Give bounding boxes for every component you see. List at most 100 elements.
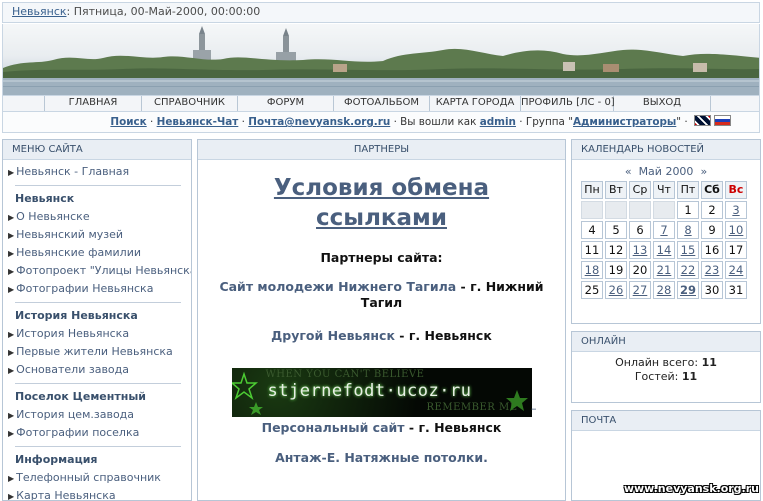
guests-value: 11 (681, 370, 698, 383)
menu-item[interactable]: ▶ Невьянский музей (8, 226, 185, 244)
menu-item[interactable]: ▶ Основатели завода (8, 361, 185, 379)
username-link[interactable]: admin (480, 116, 516, 128)
calendar-day[interactable]: 22 (677, 261, 699, 279)
exchange-terms-link[interactable]: Условия обмена ссылками (198, 173, 565, 233)
menu-item[interactable]: ▶ Фотографии Невьянска (8, 280, 185, 298)
menu-item[interactable]: ▶ Телефонный справочник (8, 469, 185, 487)
calendar-day: 19 (605, 261, 627, 279)
partners-panel: ПАРТНЕРЫ Условия обмена ссылками Партнер… (197, 139, 566, 501)
online-panel: ОНЛАЙН Онлайн всего: 11 Гостей: 11 (571, 331, 761, 403)
search-link[interactable]: Поиск (110, 116, 146, 128)
nav-directory[interactable]: СПРАВОЧНИК (142, 96, 238, 111)
calendar-weekday: Ср (629, 181, 651, 199)
online-stats: Онлайн всего: 11 Гостей: 11 (572, 356, 760, 384)
nav-profile[interactable]: ПРОФИЛЬ [ЛС - 0] (521, 96, 615, 111)
russian-flag-icon[interactable] (714, 115, 731, 126)
calendar-day[interactable]: 18 (581, 261, 603, 279)
calendar-day: 9 (701, 221, 723, 239)
online-header: ОНЛАЙН (572, 332, 760, 352)
calendar-day[interactable]: 3 (725, 201, 747, 219)
partner-banner-row: WHEN YOU CAN'T BELIEVE stjernefodt·ucoz·… (227, 368, 537, 417)
calendar-day[interactable]: 28 (653, 281, 675, 299)
bullet-icon: ▶ (8, 366, 15, 375)
calendar-day[interactable]: 23 (701, 261, 723, 279)
menu-section-title: Невьянск (15, 192, 75, 205)
nav-spacer-left (3, 96, 45, 111)
partner-link[interactable]: Другой Невьянск (271, 328, 395, 343)
header-banner (2, 24, 760, 95)
logged-in-text: · Вы вошли как (390, 116, 480, 128)
bullet-icon: ▶ (8, 267, 15, 276)
partner-link[interactable]: Антаж-Е. Натяжные потолки. (275, 450, 488, 465)
menu-item[interactable]: ▶ История Невьянска (8, 325, 185, 343)
site-menu-panel: МЕНЮ САЙТА ▶ Невьянск - Главная Невьянск … (2, 139, 192, 501)
calendar-day[interactable]: 13 (629, 241, 651, 259)
calendar-day: 1 (677, 201, 699, 219)
menu-item-label: Невьянские фамилии (16, 246, 141, 259)
bullet-icon: ▶ (8, 249, 15, 258)
calendar-day[interactable]: 10 (725, 221, 747, 239)
site-home-link[interactable]: Невьянск (12, 5, 67, 18)
menu-item[interactable]: ▶ Первые жители Невьянска (8, 343, 185, 361)
site-watermark: www.nevyansk.org.ru (623, 482, 759, 495)
menu-item-label: Фотографии поселка (16, 426, 140, 439)
menu-item-label: История Невьянска (16, 327, 130, 340)
separator: · (146, 116, 157, 128)
calendar-weekday: Пн (581, 181, 603, 199)
prev-month-link[interactable]: « (625, 165, 632, 178)
calendar-day[interactable]: 21 (653, 261, 675, 279)
calendar-day[interactable]: 29 (677, 281, 699, 299)
menu-item[interactable]: ▶ Фотопроект "Улицы Невьянска" (8, 262, 191, 280)
partner-link[interactable]: Сайт молодежи Нижнего Тагила (219, 279, 456, 294)
calendar-day: 20 (629, 261, 651, 279)
calendar-day[interactable]: 8 (677, 221, 699, 239)
nav-logout[interactable]: ВЫХОД (614, 96, 711, 111)
bullet-icon: ▶ (8, 168, 15, 177)
menu-item[interactable]: ▶ Фотографии поселка (8, 424, 185, 442)
calendar-day[interactable]: 26 (605, 281, 627, 299)
group-suffix: " · (676, 116, 691, 128)
bullet-icon: ▶ (8, 411, 15, 420)
menu-item-label: Телефонный справочник (16, 471, 161, 484)
site-menu-header: МЕНЮ САЙТА (3, 140, 191, 160)
town-panorama-image (3, 26, 759, 95)
partner-link[interactable]: Персональный сайт (262, 420, 405, 435)
partner-banner-image[interactable]: WHEN YOU CAN'T BELIEVE stjernefodt·ucoz·… (231, 368, 532, 417)
menu-item[interactable]: ▶ Невьянские фамилии (8, 244, 185, 262)
menu-item-home[interactable]: ▶ Невьянск - Главная (8, 163, 185, 181)
calendar-day[interactable]: 15 (677, 241, 699, 259)
partner-entry: Сайт молодежи Нижнего Тагила - г. Нижний… (198, 279, 565, 311)
calendar-day[interactable]: 14 (653, 241, 675, 259)
menu-item[interactable]: ▶ История цем.завода (8, 406, 185, 424)
group-link[interactable]: Администраторы (573, 116, 676, 128)
menu-item-label: История цем.завода (16, 408, 135, 421)
calendar-day: 16 (701, 241, 723, 259)
next-month-link[interactable]: » (700, 165, 707, 178)
bullet-icon: ▶ (8, 213, 15, 222)
calendar-day: 2 (701, 201, 723, 219)
menu-section-title: Поселок Цементный (15, 390, 147, 403)
partner-sep: - (394, 328, 409, 343)
mail-link[interactable]: Почта@nevyansk.org.ru (248, 116, 390, 128)
separator: · (238, 116, 249, 128)
menu-item[interactable]: ▶ О Невьянске (8, 208, 185, 226)
calendar-day[interactable]: 7 (653, 221, 675, 239)
menu-section-title: Информация (15, 453, 98, 466)
nav-forum[interactable]: ФОРУМ (238, 96, 334, 111)
calendar-empty-cell (581, 201, 603, 219)
news-calendar-panel: КАЛЕНДАРЬ НОВОСТЕЙ « Май 2000 » Пн Вт Ср Чт… (571, 139, 761, 324)
calendar-day[interactable]: 24 (725, 261, 747, 279)
calendar-month-nav: « Май 2000 » (572, 165, 760, 178)
calendar-weekday: Вт (605, 181, 627, 199)
calendar-month-label: Май 2000 (638, 165, 694, 178)
english-flag-icon[interactable] (694, 115, 711, 126)
calendar-weekday: Чт (653, 181, 675, 199)
calendar-day[interactable]: 27 (629, 281, 651, 299)
nav-city-map[interactable]: КАРТА ГОРОДА (430, 96, 521, 111)
menu-item-label: Карта Невьянска (16, 489, 116, 501)
chat-link[interactable]: Невьянск-Чат (157, 116, 239, 128)
menu-item[interactable]: ▶ Карта Невьянска (8, 487, 185, 501)
nav-photoalbum[interactable]: ФОТОАЛЬБОМ (334, 96, 430, 111)
nav-home[interactable]: ГЛАВНАЯ (45, 96, 142, 111)
top-date-bar: Невьянск: Пятница, 00-Май-2000, 00:00:00 (2, 2, 760, 23)
